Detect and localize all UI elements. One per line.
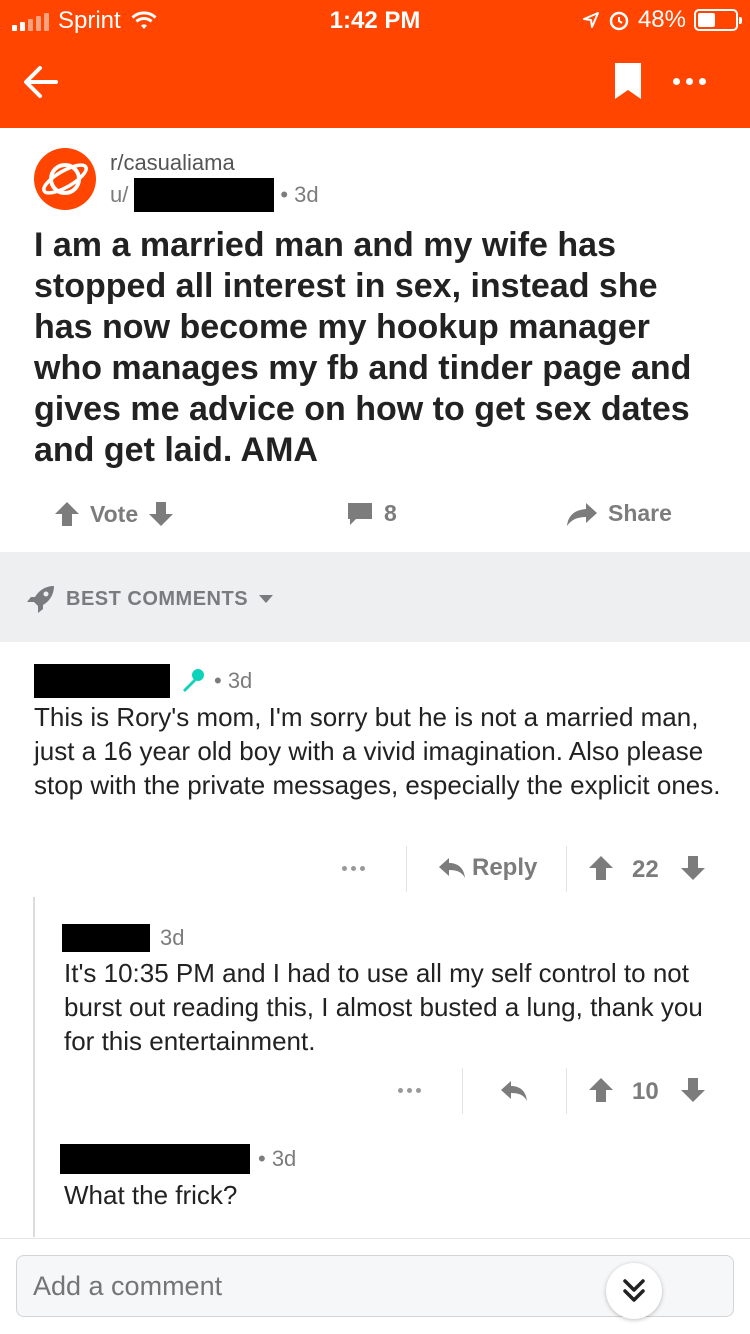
- downvote-icon[interactable]: [680, 1076, 706, 1104]
- comment-count: 8: [384, 500, 397, 526]
- reply-arrow-icon[interactable]: [500, 1079, 528, 1103]
- jump-down-button[interactable]: [606, 1263, 662, 1319]
- reply-button[interactable]: Reply: [438, 854, 537, 882]
- comment-age: • 3d: [258, 1146, 297, 1171]
- alarm-icon: [609, 11, 629, 31]
- thread-indent-line[interactable]: [33, 897, 35, 1237]
- reply-label: Reply: [472, 854, 538, 881]
- planet-icon: [42, 163, 88, 195]
- share-arrow-icon: [567, 502, 597, 526]
- comment-age: • 3d: [214, 668, 253, 693]
- comment-meta: • 3d: [60, 1144, 296, 1174]
- subreddit-name[interactable]: r/casualiama: [110, 150, 235, 176]
- post-title: I am a married man and my wife has stopp…: [34, 226, 692, 469]
- chevron-down-icon: [259, 595, 274, 603]
- battery-icon: [694, 9, 742, 31]
- double-chevron-down-icon: [623, 1279, 645, 1302]
- reply-arrow-icon: [439, 858, 465, 878]
- top-nav-bar: [0, 40, 750, 128]
- comment-meta: 3d: [62, 924, 184, 952]
- bookmark-icon[interactable]: [614, 62, 642, 100]
- vote-group: Vote: [54, 500, 174, 528]
- battery-percent: 48%: [637, 6, 686, 33]
- back-arrow-icon[interactable]: [22, 62, 58, 102]
- upvote-icon[interactable]: [588, 854, 614, 882]
- share-label: Share: [608, 500, 672, 526]
- downvote-icon[interactable]: [148, 500, 174, 528]
- upvote-icon[interactable]: [588, 1076, 614, 1104]
- more-options-icon[interactable]: [398, 1088, 421, 1093]
- comment-composer-bar: [0, 1238, 750, 1334]
- more-options-icon[interactable]: [673, 78, 706, 85]
- comment-meta: • 3d: [34, 664, 252, 698]
- comment-age: 3d: [160, 925, 185, 950]
- sort-label: BEST COMMENTS: [66, 587, 249, 610]
- subreddit-avatar[interactable]: [34, 148, 96, 210]
- share-button[interactable]: Share: [566, 500, 672, 527]
- redacted-username[interactable]: [62, 924, 150, 952]
- comment-actions: Reply 22: [0, 846, 750, 892]
- status-right: 48%: [582, 6, 742, 34]
- post-age: • 3d: [280, 182, 319, 207]
- comment-score: 22: [632, 856, 659, 883]
- user-prefix: u/: [110, 182, 129, 207]
- comment-body: This is Rory's mom, I'm sorry but he is …: [34, 702, 721, 800]
- comment-bubble-icon: [348, 502, 372, 525]
- upvote-icon[interactable]: [54, 500, 80, 528]
- redacted-username[interactable]: [60, 1144, 250, 1174]
- redacted-username: [134, 178, 275, 212]
- status-bar: Sprint 1:42 PM 48%: [0, 0, 750, 40]
- comment-body: It's 10:35 PM and I had to use all my se…: [64, 958, 703, 1056]
- comment-sort-bar[interactable]: BEST COMMENTS: [0, 552, 750, 642]
- comment-score: 10: [632, 1078, 659, 1105]
- rocket-icon: [27, 586, 54, 613]
- vote-label: Vote: [90, 500, 139, 527]
- more-options-icon[interactable]: [342, 866, 365, 871]
- comments-button[interactable]: 8: [346, 500, 397, 527]
- redacted-username[interactable]: [34, 664, 170, 698]
- microphone-badge-icon: [183, 669, 204, 692]
- post-author-line: u/ • 3d: [110, 178, 319, 212]
- comment-actions: 10: [0, 1068, 750, 1114]
- comment-body: What the frick?: [64, 1180, 238, 1210]
- location-arrow-icon: [582, 12, 599, 28]
- downvote-icon[interactable]: [680, 854, 706, 882]
